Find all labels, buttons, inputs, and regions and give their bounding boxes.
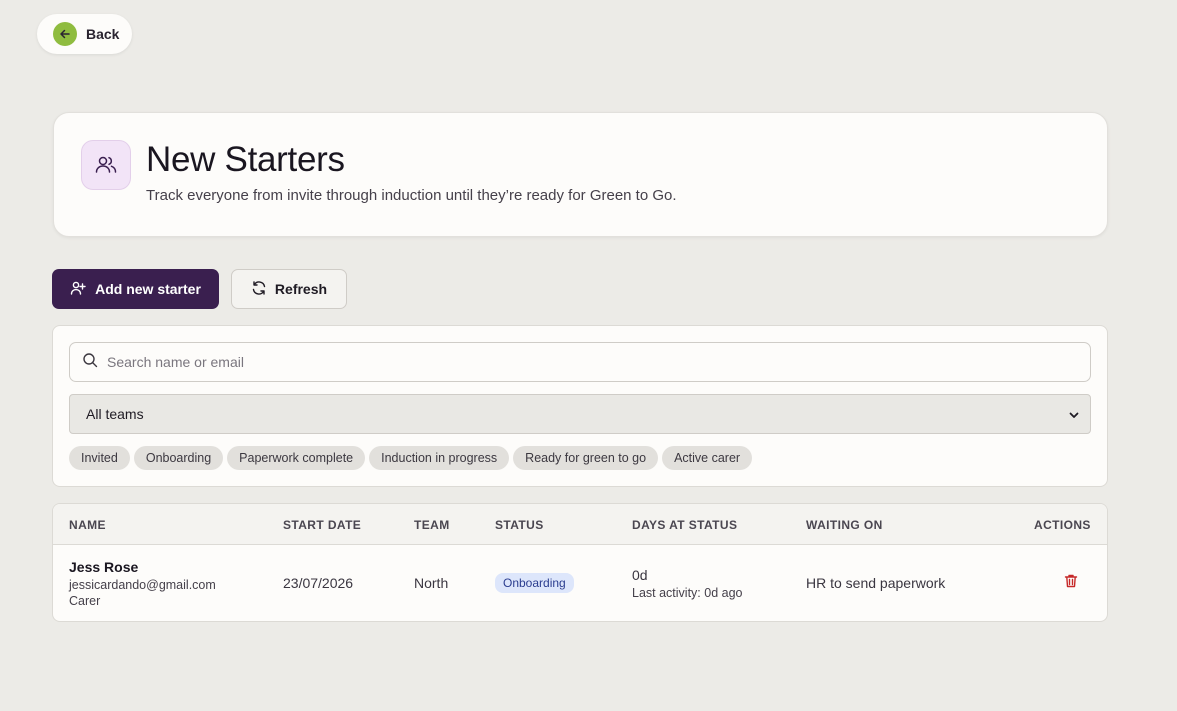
table-header: NAME START DATE TEAM STATUS DAYS AT STAT…	[53, 504, 1107, 545]
waiting-on: HR to send paperwork	[806, 575, 946, 591]
status-filter-chips: Invited Onboarding Paperwork complete In…	[69, 446, 753, 470]
chip-onboarding[interactable]: Onboarding	[133, 446, 224, 470]
chip-ready-for-green-to-go[interactable]: Ready for green to go	[513, 446, 659, 470]
column-header-status: STATUS	[495, 518, 544, 532]
add-new-starter-label: Add new starter	[95, 281, 201, 297]
page-header: New Starters Track everyone from invite …	[53, 112, 1108, 237]
status-badge: Onboarding	[495, 573, 574, 593]
delete-button[interactable]	[1061, 573, 1081, 593]
column-header-start-date: START DATE	[283, 518, 362, 532]
chip-paperwork-complete[interactable]: Paperwork complete	[227, 446, 366, 470]
column-header-team: TEAM	[414, 518, 450, 532]
page-title: New Starters	[146, 140, 345, 179]
refresh-button[interactable]: Refresh	[231, 269, 347, 309]
back-button[interactable]: Back	[37, 14, 132, 54]
add-new-starter-button[interactable]: Add new starter	[52, 269, 219, 309]
starters-table: NAME START DATE TEAM STATUS DAYS AT STAT…	[52, 503, 1108, 622]
user-plus-icon	[70, 280, 86, 299]
refresh-icon	[251, 280, 267, 299]
column-header-waiting-on: WAITING ON	[806, 518, 883, 532]
chip-active-carer[interactable]: Active carer	[662, 446, 753, 470]
trash-icon	[1063, 573, 1079, 594]
column-header-actions: ACTIONS	[1034, 518, 1091, 532]
column-header-name: NAME	[69, 518, 106, 532]
team-select-value: All teams	[86, 406, 144, 422]
back-label: Back	[86, 26, 120, 42]
arrow-left-icon	[53, 22, 77, 46]
refresh-label: Refresh	[274, 281, 328, 297]
column-header-days-at-status: DAYS AT STATUS	[632, 518, 738, 532]
starter-name: Jess Rose	[69, 559, 139, 575]
start-date: 23/07/2026	[283, 575, 354, 591]
filter-panel: All teams Invited Onboarding Paperwork c…	[52, 325, 1108, 487]
team-select[interactable]: All teams	[69, 394, 1091, 434]
search-box[interactable]	[69, 342, 1091, 382]
search-icon	[82, 352, 98, 373]
table-row[interactable]: Jess Rose jessicardando@gmail.com Carer …	[53, 545, 1107, 621]
last-activity: Last activity: 0d ago	[632, 586, 743, 600]
chip-induction-in-progress[interactable]: Induction in progress	[369, 446, 510, 470]
chevron-down-icon	[1068, 408, 1080, 424]
page-subtitle: Track everyone from invite through induc…	[146, 187, 677, 204]
chip-invited[interactable]: Invited	[69, 446, 130, 470]
search-input[interactable]	[107, 354, 1067, 370]
starter-email: jessicardando@gmail.com	[69, 578, 216, 592]
team: North	[414, 575, 449, 591]
days-at-status: 0d	[632, 567, 648, 583]
starter-role: Carer	[69, 594, 101, 608]
users-icon	[81, 140, 131, 190]
